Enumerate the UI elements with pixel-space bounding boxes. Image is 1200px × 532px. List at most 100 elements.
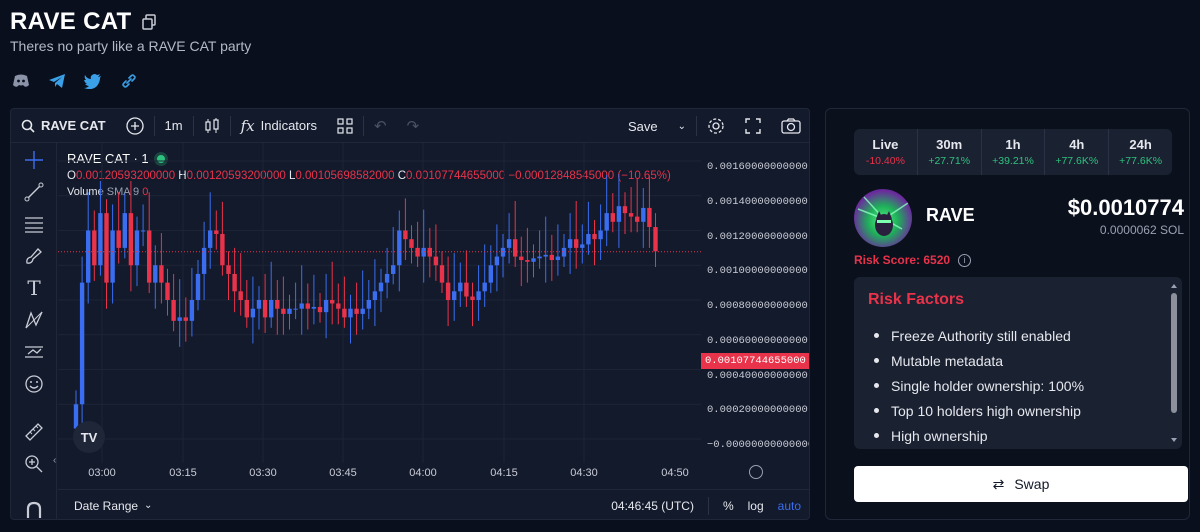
settings-button[interactable] xyxy=(697,109,735,143)
log-toggle[interactable]: log xyxy=(748,499,764,513)
pattern-tool[interactable] xyxy=(23,309,45,331)
zoom-tool[interactable] xyxy=(23,453,45,475)
info-icon[interactable]: i xyxy=(958,253,972,267)
price-axis[interactable]: 0.00160000000000 0.00140000000000 0.001200… xyxy=(701,143,810,473)
brush-tool[interactable] xyxy=(23,245,45,267)
swap-button[interactable]: ⇄ Swap xyxy=(854,466,1188,502)
candle-body xyxy=(549,254,554,261)
indicators-button[interactable]: fx Indicators xyxy=(231,109,327,143)
forecast-tool[interactable] xyxy=(23,341,45,363)
candle-body xyxy=(567,239,573,248)
tradingview-logo[interactable]: TV xyxy=(73,421,105,453)
interval-label: 24h xyxy=(1129,137,1152,152)
candle-body xyxy=(622,206,628,214)
ruler-tool[interactable] xyxy=(23,421,45,443)
copy-icon[interactable] xyxy=(141,14,158,30)
candle-body xyxy=(287,308,292,314)
candle-body xyxy=(244,300,249,318)
text-tool[interactable]: T xyxy=(23,276,45,300)
interval-button[interactable]: 1m xyxy=(155,109,193,143)
risk-factor-item: Mutable metadata xyxy=(868,348,1084,373)
candle-body xyxy=(647,207,652,228)
candle-body xyxy=(653,227,658,252)
auto-toggle[interactable]: auto xyxy=(778,499,801,513)
risk-factors-list: Freeze Authority still enabled Mutable me… xyxy=(868,323,1084,448)
time-axis-settings-icon[interactable] xyxy=(749,465,763,479)
undo-button[interactable]: ↶ xyxy=(364,109,397,143)
candle-body xyxy=(409,239,414,248)
interval-1h[interactable]: 1h +39.21% xyxy=(982,129,1046,175)
fib-tool[interactable] xyxy=(23,213,45,235)
time-tick: 04:50 xyxy=(661,467,689,479)
candle-body xyxy=(397,230,402,266)
collapse-panel-icon[interactable]: ‹ xyxy=(53,455,56,466)
risk-factors-panel[interactable]: Risk Factors Freeze Authority still enab… xyxy=(854,277,1182,449)
magnet-tool[interactable] xyxy=(23,499,45,519)
page-title: RAVE CAT xyxy=(10,8,132,35)
interval-4h[interactable]: 4h +77.6K% xyxy=(1045,129,1110,175)
candle-body xyxy=(574,239,579,248)
candle-body xyxy=(641,207,646,222)
interval-24h[interactable]: 24h +77.6K% xyxy=(1109,129,1172,175)
fullscreen-button[interactable] xyxy=(735,109,771,143)
redo-button[interactable]: ↷ xyxy=(397,109,430,143)
date-range-label: Date Range xyxy=(74,498,139,513)
magnet-icon xyxy=(26,501,42,518)
save-button[interactable]: Save xyxy=(618,109,668,143)
candle-body xyxy=(555,256,561,261)
interval-label: 30m xyxy=(936,137,963,152)
risk-scrollbar[interactable] xyxy=(1170,283,1178,443)
telegram-icon[interactable] xyxy=(48,72,66,90)
fib-lines-icon xyxy=(25,217,43,233)
symbol-search[interactable]: RAVE CAT xyxy=(11,109,116,143)
fullscreen-icon xyxy=(745,118,761,134)
chart-widget: RAVE CAT 1m fx Indicators ↶ ↷ Save ⌄ T R… xyxy=(10,108,810,520)
screenshot-button[interactable] xyxy=(771,109,809,143)
interval-change: +39.21% xyxy=(992,155,1034,167)
candle-body xyxy=(256,300,262,309)
chart-type-button[interactable] xyxy=(194,109,230,143)
emoji-tool[interactable] xyxy=(23,373,45,395)
candle-body xyxy=(519,256,524,261)
candle-body xyxy=(598,230,603,240)
social-links xyxy=(12,72,138,90)
date-range-button[interactable]: Date Range ⌄ xyxy=(74,499,152,513)
candle-body xyxy=(427,247,432,257)
candle-body xyxy=(537,256,542,259)
crosshair-icon xyxy=(25,151,43,169)
interval-live[interactable]: Live -10.40% xyxy=(854,129,918,175)
candles-icon xyxy=(204,117,219,133)
link-icon[interactable] xyxy=(120,72,138,90)
trendline-tool[interactable] xyxy=(23,181,45,203)
risk-factor-item: Single holder ownership: 100% xyxy=(868,373,1084,398)
crosshair-tool[interactable] xyxy=(23,149,45,171)
token-price-sol: 0.0000062 SOL xyxy=(1099,223,1184,237)
camera-icon xyxy=(781,118,801,134)
percent-toggle[interactable]: % xyxy=(723,499,734,513)
time-tick: 04:15 xyxy=(490,467,518,479)
interval-change: +27.71% xyxy=(928,155,971,167)
candle-body xyxy=(311,306,317,309)
candle-body xyxy=(299,303,304,309)
interval-change: +77.6K% xyxy=(1055,155,1099,167)
time-axis[interactable]: 03:00 03:15 03:30 03:45 04:00 04:15 04:30 04:50 xyxy=(58,465,711,483)
token-card: Live -10.40% 30m +27.71% 1h +39.21% 4h +77.6K% 2… xyxy=(825,108,1190,520)
drawing-toolbar: T xyxy=(11,143,57,519)
price-tick: −0.00000000000000 xyxy=(707,439,810,451)
token-price-usd: $0.0010774 xyxy=(1067,195,1184,220)
smiley-icon xyxy=(25,375,43,393)
utc-clock[interactable]: 04:46:45 (UTC) xyxy=(611,499,694,513)
twitter-icon[interactable] xyxy=(84,72,102,90)
layouts-button[interactable] xyxy=(327,109,363,143)
chevron-down-icon: ⌄ xyxy=(144,500,153,511)
candle-body xyxy=(592,233,597,240)
risk-factor-item: Top 10 holders high ownership xyxy=(868,398,1084,423)
discord-icon[interactable] xyxy=(12,72,30,90)
candle-body xyxy=(140,230,146,232)
candle-body xyxy=(531,258,536,262)
swap-label: Swap xyxy=(1014,476,1050,492)
price-plot[interactable] xyxy=(58,143,711,473)
interval-30m[interactable]: 30m +27.71% xyxy=(918,129,982,175)
save-menu-button[interactable]: ⌄ xyxy=(668,109,696,143)
compare-button[interactable] xyxy=(116,109,154,143)
